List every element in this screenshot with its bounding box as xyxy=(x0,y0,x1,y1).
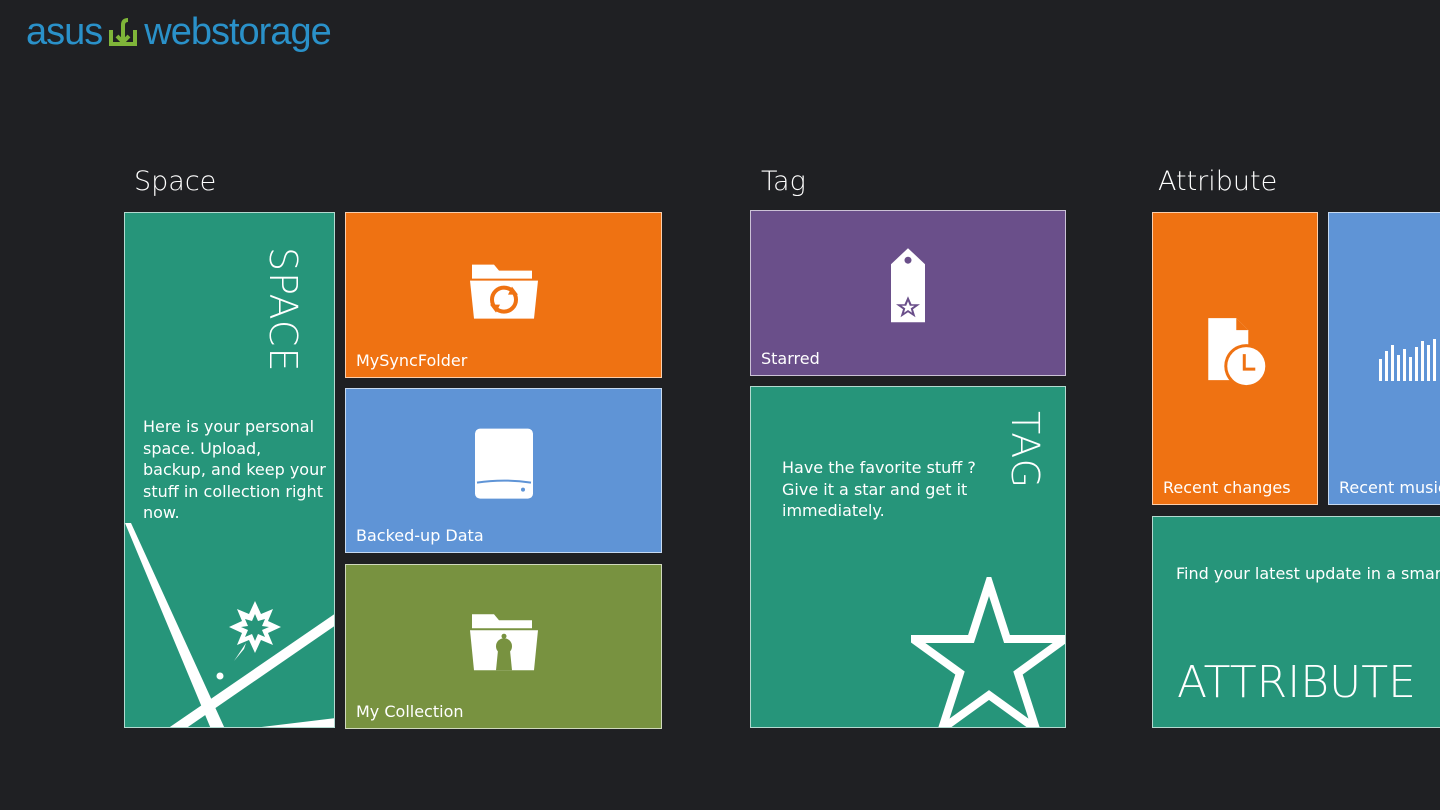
collection-folder-icon xyxy=(469,613,538,670)
backed-up-data-label: Backed-up Data xyxy=(356,526,484,545)
recent-music-label: Recent music xyxy=(1339,478,1440,497)
tag-hero-description: Have the favorite stuff ? Give it a star… xyxy=(782,458,976,520)
logo-text-asus: asus xyxy=(26,10,103,53)
space-hero-description: Here is your personal space. Upload, bac… xyxy=(143,417,326,522)
logo-text-webstorage: webstorage xyxy=(144,10,331,53)
tag-hero-tile[interactable]: Have the favorite stuff ? Give it a star… xyxy=(750,386,1066,728)
attribute-hero-tile[interactable]: Find your latest update in a smart ATTRI… xyxy=(1152,516,1440,728)
recent-changes-tile[interactable]: Recent changes xyxy=(1152,212,1318,505)
asus-webstorage-logo: asus webstorage xyxy=(26,10,332,54)
tag-hero-title: TAG xyxy=(1003,411,1047,490)
sync-folder-icon xyxy=(469,264,538,319)
audio-wave-icon xyxy=(1379,339,1436,381)
webstorage-logo-icon xyxy=(109,18,138,46)
burst-decoration-icon xyxy=(125,523,334,727)
mysyncfolder-label: MySyncFolder xyxy=(356,351,468,370)
attribute-hero-description: Find your latest update in a smart xyxy=(1176,564,1440,583)
space-hero-title: SPACE xyxy=(261,247,305,373)
hard-drive-icon xyxy=(474,428,533,499)
my-collection-label: My Collection xyxy=(356,702,464,721)
backed-up-data-tile[interactable]: Backed-up Data xyxy=(345,388,662,553)
group-title-tag: Tag xyxy=(761,166,806,197)
recent-music-tile[interactable]: Recent music xyxy=(1328,212,1440,505)
recent-file-clock-icon xyxy=(1208,317,1269,388)
my-collection-tile[interactable]: My Collection xyxy=(345,564,662,729)
star-tag-icon xyxy=(891,248,925,323)
star-outline-icon xyxy=(911,577,1065,727)
recent-changes-label: Recent changes xyxy=(1163,478,1291,497)
mysyncfolder-tile[interactable]: MySyncFolder xyxy=(345,212,662,378)
starred-label: Starred xyxy=(761,349,820,368)
starred-tile[interactable]: Starred xyxy=(750,210,1066,376)
group-title-space: Space xyxy=(134,166,217,197)
attribute-hero-title: ATTRIBUTE xyxy=(1177,657,1416,708)
group-title-attribute: Attribute xyxy=(1158,166,1278,197)
space-hero-tile[interactable]: SPACE Here is your personal space. Uploa… xyxy=(124,212,335,728)
